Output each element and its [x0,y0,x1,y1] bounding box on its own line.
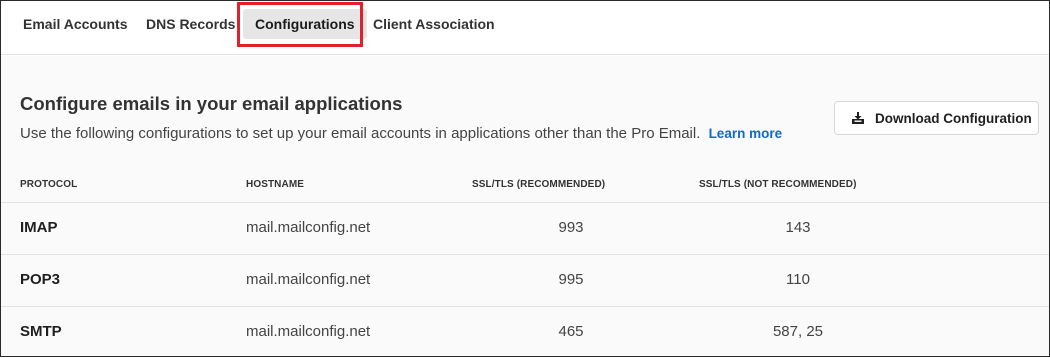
tab-email-accounts[interactable]: Email Accounts [23,9,128,39]
table-row: IMAP mail.mailconfig.net 993 143 [1,202,1049,254]
download-icon [851,111,865,125]
configurations-panel: Configure emails in your email applicati… [1,56,1049,356]
non-ssl-port-cell: 143 [785,219,811,236]
ssl-port-cell: 993 [558,219,584,236]
app-frame: Email Accounts DNS Records Configuration… [0,0,1050,357]
tab-bar: Email Accounts DNS Records Configuration… [1,1,1049,55]
header-hostname: HOSTNAME [246,179,305,190]
hostname-cell: mail.mailconfig.net [246,271,371,288]
protocol-cell: IMAP [20,219,58,236]
download-configuration-button[interactable]: Download Configuration [834,101,1039,135]
protocol-cell: POP3 [20,271,61,288]
header-ssl-recommended: SSL/TLS (RECOMMENDED) [472,179,606,190]
download-button-label: Download Configuration [875,110,1032,126]
header-ssl-not-recommended: SSL/TLS (NOT RECOMMENDED) [699,179,857,190]
non-ssl-port-cell: 587, 25 [772,323,824,340]
table-row: POP3 mail.mailconfig.net 995 110 [1,254,1049,306]
header-protocol: PROTOCOL [20,179,78,190]
table-row: SMTP mail.mailconfig.net 465 587, 25 [1,306,1049,358]
learn-more-link[interactable]: Learn more [709,126,783,141]
non-ssl-port-cell: 110 [786,271,810,288]
tab-client-association[interactable]: Client Association [373,9,495,39]
ssl-port-cell: 995 [558,271,584,288]
hostname-cell: mail.mailconfig.net [246,219,371,236]
tab-configurations[interactable]: Configurations [243,9,367,39]
page-description: Use the following configurations to set … [20,125,782,142]
description-text: Use the following configurations to set … [20,125,701,142]
hostname-cell: mail.mailconfig.net [246,323,371,340]
tab-dns-records[interactable]: DNS Records [146,9,235,39]
protocol-cell: SMTP [20,323,62,340]
page-title: Configure emails in your email applicati… [20,93,403,114]
ssl-port-cell: 465 [558,323,584,340]
